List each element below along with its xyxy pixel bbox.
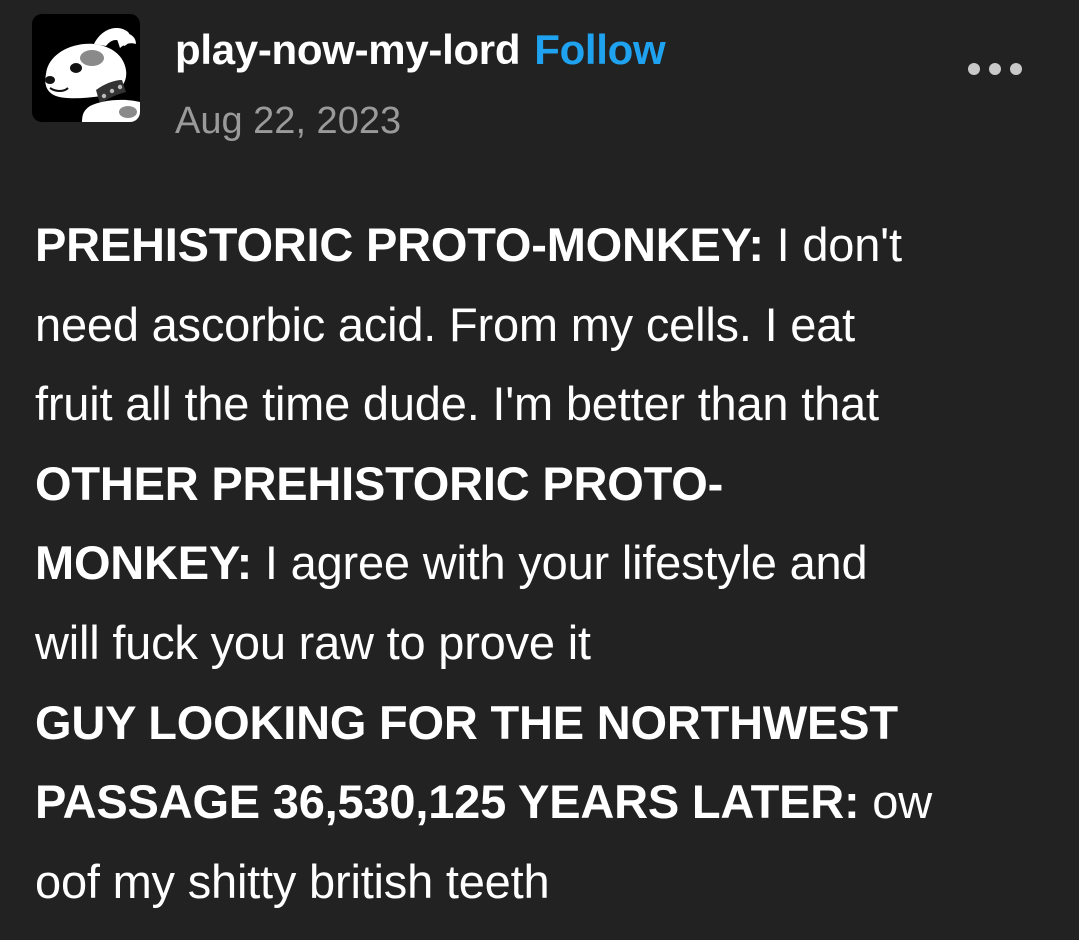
more-options-button[interactable] <box>955 52 1035 86</box>
post-body: PREHISTORIC PROTO-MONKEY: I don't need a… <box>35 205 1055 921</box>
line-text: fruit all the time dude. I'm better than… <box>35 377 879 431</box>
post-line: need ascorbic acid. From my cells. I eat <box>35 285 1055 365</box>
post-card: play-now-my-lord Follow Aug 22, 2023 PREH… <box>0 0 1079 940</box>
post-line: fruit all the time dude. I'm better than… <box>35 364 1055 444</box>
post-line: GUY LOOKING FOR THE NORTHWEST <box>35 683 1055 763</box>
post-line: oof my shitty british teeth <box>35 842 1055 922</box>
avatar[interactable] <box>32 14 140 122</box>
line-text: will fuck you raw to prove it <box>35 615 591 669</box>
follow-button[interactable]: Follow <box>534 26 665 73</box>
ellipsis-icon <box>1010 63 1022 75</box>
speaker-label: PASSAGE 36,530,125 YEARS LATER: <box>35 775 860 829</box>
ellipsis-icon <box>968 63 980 75</box>
speaker-label: MONKEY: <box>35 536 253 590</box>
post-line: PASSAGE 36,530,125 YEARS LATER: ow <box>35 762 1055 842</box>
ellipsis-icon <box>989 63 1001 75</box>
post-line: PREHISTORIC PROTO-MONKEY: I don't <box>35 205 1055 285</box>
post-date: Aug 22, 2023 <box>175 100 402 142</box>
username-link[interactable]: play-now-my-lord <box>175 26 521 73</box>
line-text: need ascorbic acid. From my cells. I eat <box>35 297 856 351</box>
speaker-label: GUY LOOKING FOR THE NORTHWEST <box>35 695 898 749</box>
post-header: play-now-my-lord Follow <box>175 24 666 76</box>
post-line: will fuck you raw to prove it <box>35 603 1055 683</box>
post-line: OTHER PREHISTORIC PROTO- <box>35 444 1055 524</box>
line-text: ow <box>859 775 932 829</box>
line-text: I don't <box>763 218 902 271</box>
line-text: oof my shitty british teeth <box>35 854 550 908</box>
dog-avatar-icon <box>45 28 140 122</box>
post-line: MONKEY: I agree with your lifestyle and <box>35 523 1055 603</box>
line-text: I agree with your lifestyle and <box>252 536 868 590</box>
speaker-label: PREHISTORIC PROTO-MONKEY: <box>35 218 764 271</box>
speaker-label: OTHER PREHISTORIC PROTO- <box>35 456 724 510</box>
